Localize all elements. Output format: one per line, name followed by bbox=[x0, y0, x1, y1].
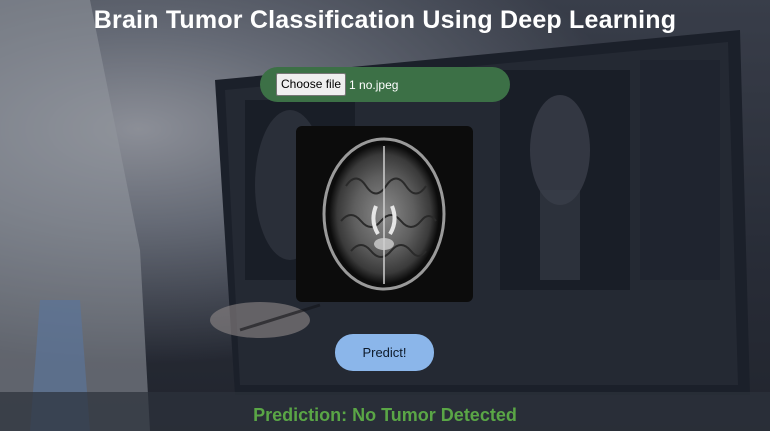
selected-file-name: 1 no.jpeg bbox=[349, 77, 399, 92]
choose-file-button[interactable]: Choose file bbox=[276, 73, 347, 96]
file-upload-bar: Choose file 1 no.jpeg bbox=[260, 67, 510, 102]
page-title: Brain Tumor Classification Using Deep Le… bbox=[93, 6, 677, 34]
prediction-result: Prediction: No Tumor Detected bbox=[253, 405, 517, 425]
predict-button[interactable]: Predict! bbox=[335, 334, 434, 371]
mri-preview-image bbox=[296, 126, 473, 302]
